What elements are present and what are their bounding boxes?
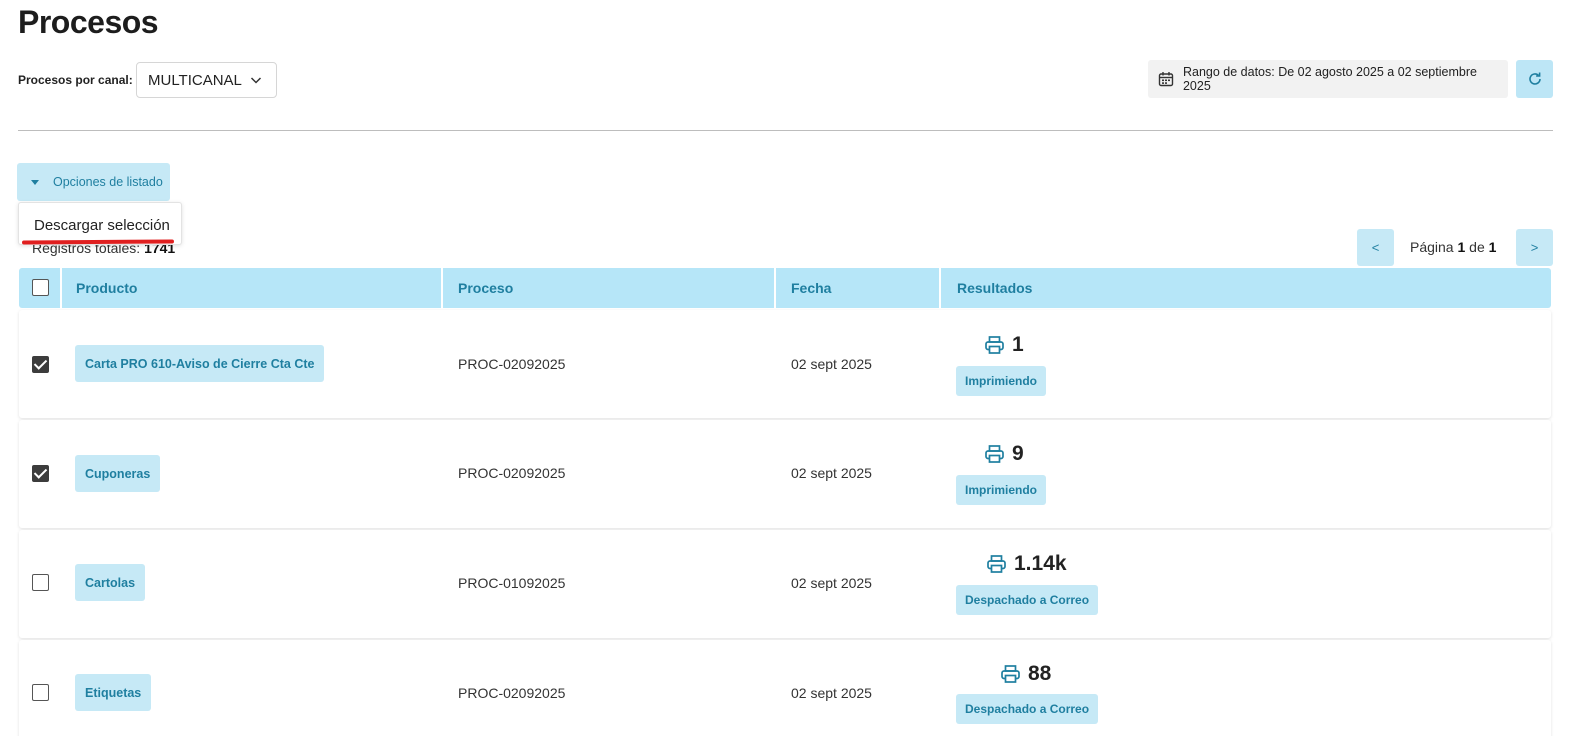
table-row[interactable]: Carta PRO 610-Aviso de Cierre Cta Cte PR…	[19, 310, 1551, 418]
list-options-label: Opciones de listado	[53, 175, 163, 189]
printer-icon	[985, 336, 1004, 354]
product-chip[interactable]: Etiquetas	[75, 674, 152, 711]
list-options-menu: Descargar selección	[18, 202, 182, 245]
process-id: PROC-02092025	[458, 356, 566, 372]
pagination-prev-button[interactable]: <	[1357, 229, 1394, 266]
printer-icon	[1001, 665, 1020, 683]
process-date: 02 sept 2025	[791, 685, 872, 701]
table-header: Producto Proceso Fecha Resultados	[19, 268, 1551, 308]
status-badge: Despachado a Correo	[956, 694, 1099, 724]
product-chip[interactable]: Cuponeras	[75, 455, 161, 492]
result-count-value: 1.14k	[1014, 552, 1067, 575]
result-count-value: 1	[1012, 333, 1024, 356]
printer-icon	[987, 555, 1006, 573]
list-options-button[interactable]: Opciones de listado	[17, 163, 170, 201]
row-checkbox[interactable]	[32, 574, 49, 591]
channel-select-value: MULTICANAL	[148, 71, 242, 89]
result-count: 1.14k	[987, 552, 1067, 576]
download-selection-item[interactable]: Descargar selección	[34, 217, 170, 234]
row-checkbox[interactable]	[32, 684, 49, 701]
column-header-proceso[interactable]: Proceso	[458, 268, 513, 308]
column-header-producto[interactable]: Producto	[76, 268, 137, 308]
result-count: 1	[985, 333, 1024, 357]
printer-icon	[985, 445, 1004, 463]
caret-down-icon	[31, 179, 39, 185]
chevron-down-icon	[250, 77, 262, 84]
date-range-text: Rango de datos: De 02 agosto 2025 a 02 s…	[1182, 65, 1477, 93]
column-separator	[60, 268, 62, 308]
pagination-status: Página 1 de 1	[1410, 239, 1496, 255]
pagination-of-word: de	[1469, 239, 1485, 255]
process-id: PROC-01092025	[458, 575, 566, 591]
process-date: 02 sept 2025	[791, 465, 872, 481]
table-row[interactable]: Cartolas PROC-01092025 02 sept 2025 1.14…	[19, 530, 1551, 638]
table-row[interactable]: Etiquetas PROC-02092025 02 sept 2025 88 …	[19, 640, 1551, 736]
column-header-fecha[interactable]: Fecha	[791, 268, 831, 308]
page-title: Procesos	[18, 4, 159, 40]
pagination-next-button[interactable]: >	[1516, 229, 1553, 266]
row-checkbox[interactable]	[32, 465, 49, 482]
product-chip[interactable]: Cartolas	[75, 564, 146, 601]
calendar-icon	[1158, 72, 1174, 87]
status-badge: Despachado a Correo	[956, 585, 1099, 615]
refresh-button[interactable]	[1516, 60, 1553, 98]
process-date: 02 sept 2025	[791, 356, 872, 372]
date-range-button[interactable]: Rango de datos: De 02 agosto 2025 a 02 s…	[1148, 60, 1508, 98]
channel-select[interactable]: MULTICANAL	[136, 62, 277, 98]
refresh-icon	[1528, 72, 1541, 85]
result-count: 9	[985, 442, 1024, 466]
result-count-value: 88	[1028, 662, 1052, 685]
channel-filter-label: Procesos por canal:	[18, 73, 133, 87]
pagination-page-word: Página	[1410, 239, 1454, 255]
result-count-value: 9	[1012, 442, 1024, 465]
product-chip[interactable]: Carta PRO 610-Aviso de Cierre Cta Cte	[75, 345, 325, 382]
header-divider	[18, 130, 1553, 131]
column-separator	[441, 268, 443, 308]
process-id: PROC-02092025	[458, 465, 566, 481]
result-count: 88	[1001, 662, 1051, 686]
column-separator	[774, 268, 776, 308]
pagination-current: 1	[1457, 239, 1466, 255]
process-date: 02 sept 2025	[791, 575, 872, 591]
select-all-checkbox[interactable]	[32, 279, 49, 296]
table-row[interactable]: Cuponeras PROC-02092025 02 sept 2025 9 I…	[19, 420, 1551, 528]
process-id: PROC-02092025	[458, 685, 566, 701]
pagination-total: 1	[1488, 239, 1497, 255]
status-badge: Imprimiendo	[956, 366, 1047, 396]
row-checkbox[interactable]	[32, 356, 49, 373]
column-header-resultados[interactable]: Resultados	[957, 268, 1032, 308]
column-separator	[939, 268, 941, 308]
status-badge: Imprimiendo	[956, 475, 1047, 505]
